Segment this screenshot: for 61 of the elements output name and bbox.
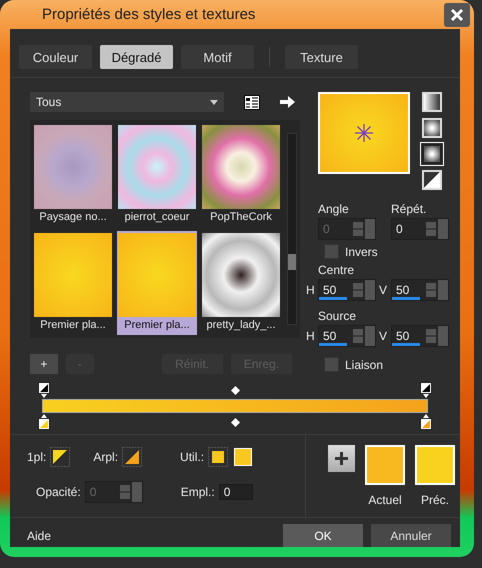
field-label: Opacité:: [36, 485, 81, 499]
swatch-label: Actuel: [368, 493, 402, 507]
stop-handle-icon[interactable]: [420, 414, 432, 430]
axis-label: V: [379, 283, 388, 297]
field-label: Angle: [318, 202, 350, 216]
gradient-item[interactable]: Paysage no...: [33, 123, 113, 227]
spin-field[interactable]: 50: [391, 279, 449, 301]
spin-field[interactable]: 50: [318, 279, 376, 301]
input-field[interactable]: 0: [218, 484, 253, 500]
help-link[interactable]: Aide: [27, 528, 275, 542]
axis-label: V: [379, 329, 388, 343]
category-dropdown[interactable]: Tous: [30, 92, 224, 112]
gradient-item[interactable]: PopTheCork: [201, 123, 281, 227]
dropdown-arrow-icon: [210, 100, 218, 104]
stop-handle-icon[interactable]: [38, 382, 50, 398]
add-button[interactable]: [328, 445, 355, 472]
gradient-style-button[interactable]: [422, 144, 442, 164]
ok-button[interactable]: OK: [283, 524, 363, 547]
close-button[interactable]: [444, 2, 470, 26]
center-marker-icon[interactable]: [355, 124, 373, 142]
user-color-swatch-icon[interactable]: [208, 447, 228, 467]
field-label: Empl.:: [180, 485, 215, 499]
tab[interactable]: Texture: [285, 45, 358, 69]
tab[interactable]: Motif: [181, 45, 254, 69]
close-icon: [450, 8, 464, 22]
arrow-right-icon[interactable]: [280, 96, 295, 108]
plus-icon: [335, 452, 348, 465]
checkbox-label: Invers: [345, 244, 378, 258]
color-swatch[interactable]: [234, 448, 252, 466]
spin-field[interactable]: 50: [318, 325, 376, 347]
field-label: Répét.: [391, 202, 428, 216]
spin-field[interactable]: 50: [391, 325, 449, 347]
section-label: Source: [318, 309, 358, 323]
background-swatch-icon[interactable]: [122, 447, 142, 467]
gradient-item[interactable]: Premier pla...: [117, 231, 197, 335]
section-label: Centre: [318, 263, 356, 277]
window-title: Propriétés des styles et textures: [42, 6, 256, 23]
swatch-label: Préc.: [420, 493, 449, 507]
tab[interactable]: Dégradé: [100, 45, 173, 69]
gradient-item[interactable]: pretty_lady_...: [201, 231, 281, 335]
stop-label: 1pl:: [27, 450, 46, 464]
stop-label: Arpl:: [93, 450, 118, 464]
list-view-icon[interactable]: [244, 94, 260, 110]
axis-label: H: [306, 283, 315, 297]
axis-label: H: [306, 329, 315, 343]
scrollbar[interactable]: [287, 133, 297, 325]
gradient-item[interactable]: Premier pla...: [33, 231, 113, 335]
gradient-item[interactable]: pierrot_coeur: [117, 123, 197, 227]
spin-field[interactable]: 0: [391, 218, 449, 240]
cancel-button[interactable]: Annuler: [371, 524, 451, 547]
midpoint-handle-icon[interactable]: [230, 386, 240, 394]
tab[interactable]: Couleur: [19, 45, 92, 69]
stop-handle-icon[interactable]: [38, 414, 50, 430]
stop-handle-icon[interactable]: [420, 382, 432, 398]
list-button[interactable]: +: [30, 354, 58, 374]
checkbox-label: Liaison: [345, 358, 384, 372]
checkbox[interactable]: [324, 244, 339, 259]
midpoint-handle-icon[interactable]: [230, 418, 240, 426]
stop-label: Util.:: [180, 450, 204, 464]
checkbox[interactable]: [324, 357, 339, 372]
foreground-swatch-icon[interactable]: [50, 447, 70, 467]
